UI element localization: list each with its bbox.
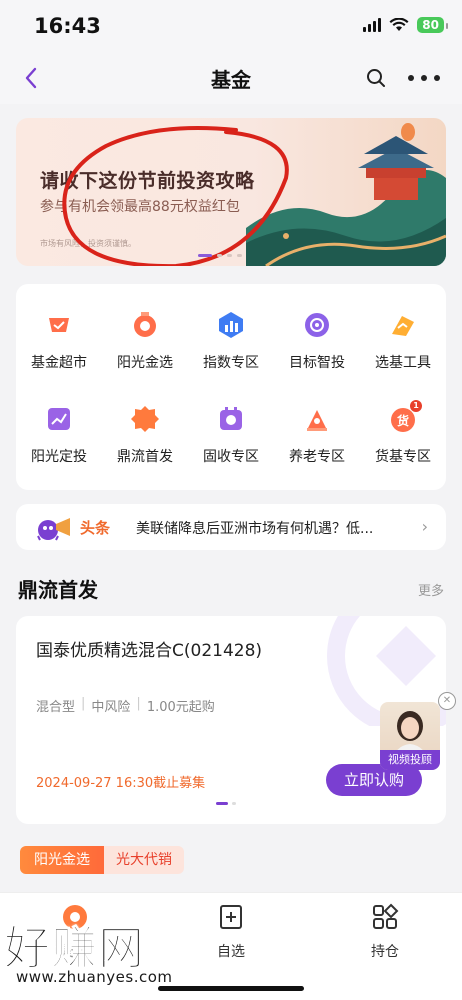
- tab-holdings[interactable]: 持仓: [330, 903, 440, 961]
- grid-label: 基金超市: [31, 355, 87, 371]
- page-title: 基金: [211, 68, 251, 92]
- red-circle-annotation: [62, 126, 289, 266]
- grid-item-sunshine-select[interactable]: 阳光金选: [102, 310, 188, 380]
- product-deadline: 2024-09-27 16:30截止募集: [36, 776, 206, 791]
- headline-bar[interactable]: 头条 美联储降息后亚洲市场有何机遇？低... ›: [16, 504, 446, 550]
- tool-icon: [388, 310, 418, 340]
- tab-label: 持仓: [371, 944, 399, 960]
- coin-icon: [216, 404, 246, 434]
- home-indicator: [158, 986, 304, 991]
- grid-label: 固收专区: [203, 449, 259, 465]
- money-icon: 货 1: [388, 400, 422, 434]
- nav-bar: 基金: [0, 52, 462, 104]
- signal-icon: [363, 18, 382, 32]
- grid-label: 指数专区: [203, 355, 259, 371]
- grid-item-money-fund[interactable]: 货 1 货基专区: [360, 400, 446, 474]
- grid-item-index-zone[interactable]: 指数专区: [188, 310, 274, 380]
- grid-item-fund-tools[interactable]: 选基工具: [360, 310, 446, 380]
- grid-label: 货基专区: [375, 449, 431, 465]
- status-time: 16:43: [34, 14, 101, 38]
- grid-item-sunshine-sip[interactable]: 阳光定投: [16, 404, 102, 474]
- chart-icon: [216, 310, 246, 340]
- tag-sunshine-select: 阳光金选: [20, 846, 104, 874]
- watermark-url: www.zhuanyes.com: [16, 968, 173, 986]
- grid-label: 目标智投: [289, 355, 345, 371]
- new-icon: [130, 404, 160, 434]
- promo-banner[interactable]: 请收下这份节前投资攻略 参与有机会领最高88元权益红包 市场有风险，投资须谨慎。: [16, 118, 446, 266]
- more-link[interactable]: 更多: [418, 580, 444, 599]
- video-advisor-label[interactable]: 视频投顾: [380, 750, 440, 770]
- headline-text[interactable]: 美联储降息后亚洲市场有何机遇？低...: [136, 518, 404, 538]
- shortcut-grid: 基金超市 阳光金选 指数专区 目标智投 选基工具 阳光定投 鼎流首发 固收专区 …: [16, 284, 446, 490]
- search-icon[interactable]: [364, 66, 388, 90]
- grid-item-fixed-income[interactable]: 固收专区: [188, 404, 274, 474]
- status-bar: 16:43 80: [0, 0, 462, 52]
- chevron-right-icon: ›: [421, 517, 428, 536]
- channel-tags: 阳光金选 光大代销: [20, 846, 184, 874]
- grid-item-pension[interactable]: 养老专区: [274, 404, 360, 474]
- grid-label: 养老专区: [289, 449, 345, 465]
- trend-icon: [44, 404, 74, 434]
- section-title: 鼎流首发: [18, 578, 98, 602]
- target-icon: [302, 310, 332, 340]
- grid-label: 阳光定投: [31, 449, 87, 465]
- grid-item-fund-market[interactable]: 基金超市: [16, 310, 102, 380]
- medal-icon: [130, 310, 160, 340]
- tag-everbright-agency: 光大代销: [104, 846, 184, 874]
- product-tag: 中风险: [91, 700, 131, 715]
- grid-label: 选基工具: [375, 355, 431, 371]
- grid-label: 阳光金选: [117, 355, 173, 371]
- close-icon[interactable]: ✕: [438, 692, 456, 710]
- money-icon-glyph: 货: [396, 414, 409, 428]
- grid-label: 鼎流首发: [117, 449, 173, 465]
- cart-icon: [44, 310, 74, 340]
- product-tags: 混合型 | 中风险 | 1.00元起购: [36, 696, 215, 715]
- grid-item-target-invest[interactable]: 目标智投: [274, 310, 360, 380]
- product-name: 国泰优质精选混合C(021428): [36, 641, 263, 661]
- more-icon[interactable]: [408, 66, 440, 90]
- card-pagination: [216, 802, 236, 805]
- banner-pagination: [198, 254, 242, 257]
- battery-icon: 80: [417, 17, 448, 33]
- alarm-icon: [302, 404, 332, 434]
- grid-item-first-launch[interactable]: 鼎流首发: [102, 404, 188, 474]
- product-tag: 混合型: [36, 700, 76, 715]
- headline-tag: 头条: [80, 519, 111, 537]
- wifi-icon: [389, 18, 409, 31]
- site-watermark: 好赚网 www.zhuanyes.com: [4, 912, 204, 992]
- grid-icon: [373, 903, 399, 929]
- bookmark-add-icon: [220, 905, 242, 929]
- badge-count: 1: [410, 400, 422, 412]
- product-tag: 1.00元起购: [146, 700, 215, 715]
- mascot-megaphone-icon: [37, 518, 70, 541]
- status-icons: 80: [363, 17, 448, 33]
